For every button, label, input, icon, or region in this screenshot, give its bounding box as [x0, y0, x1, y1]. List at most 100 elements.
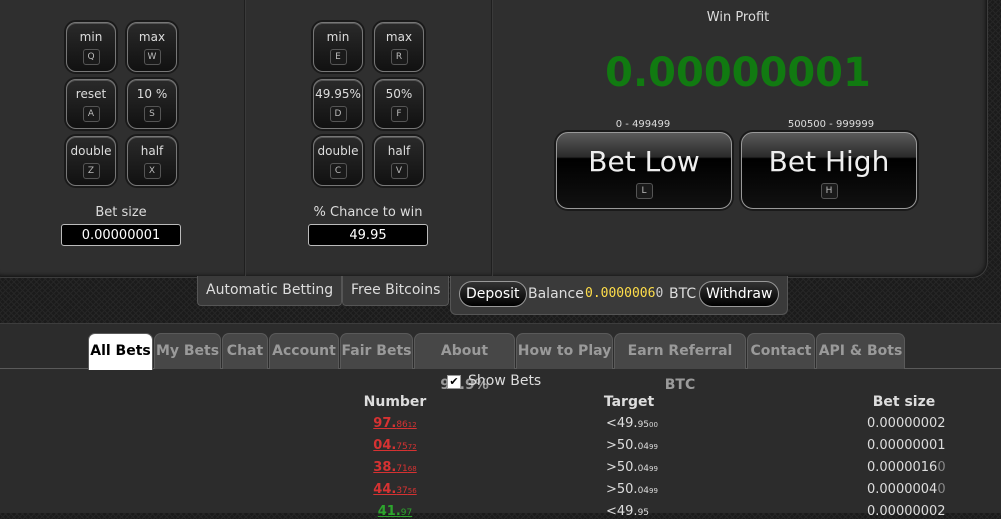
bet-number-extra: 68: [407, 465, 417, 473]
bet-size-input[interactable]: [61, 224, 181, 246]
bet-number[interactable]: 38.7168: [340, 460, 450, 475]
bet-target: >50.0499: [606, 482, 658, 497]
button-label: min: [326, 30, 350, 44]
bet-number-whole: 38.: [373, 460, 397, 475]
bet-size-value: 0.00000002: [867, 416, 946, 431]
bet-number-extra: 12: [407, 421, 417, 429]
bet-number-extra: 56: [407, 487, 417, 495]
bet-target-extra: 99: [649, 487, 658, 495]
bet-number-whole: 44.: [373, 482, 397, 497]
bet-reset-button[interactable]: reset A: [66, 79, 116, 129]
chance-min-button[interactable]: min E: [313, 22, 363, 72]
chance-input[interactable]: [308, 224, 428, 246]
bet-target-decimal: 04: [637, 464, 650, 474]
bet-high-range: 500500 - 999999: [787, 119, 875, 130]
tab-chat[interactable]: Chat: [222, 333, 268, 369]
tab-how-to-play[interactable]: How to Play: [516, 333, 613, 369]
bet-size-label: Bet size: [95, 205, 147, 220]
tab-about[interactable]: About 99.9%: [414, 333, 515, 393]
deposit-button[interactable]: Deposit: [459, 281, 527, 307]
hotkey-badge: C: [329, 163, 347, 179]
bet-target-whole: >50.: [606, 438, 638, 453]
bet-low-button[interactable]: Bet Low L: [556, 132, 732, 209]
hotkey-badge: L: [635, 183, 653, 199]
bet-high-button[interactable]: Bet High H: [741, 132, 917, 209]
bet-number[interactable]: 44.3756: [340, 482, 450, 497]
bet-number[interactable]: 04.7572: [340, 438, 450, 453]
balance-digits: 0.0000006: [585, 286, 656, 301]
automatic-betting-button[interactable]: Automatic Betting: [197, 276, 343, 306]
hotkey-badge: A: [82, 106, 100, 122]
hotkey-badge: V: [390, 163, 408, 179]
withdraw-button[interactable]: Withdraw: [699, 281, 780, 307]
bet-target-extra: 00: [649, 421, 658, 429]
tab-account[interactable]: Account: [269, 333, 339, 369]
bet-max-button[interactable]: max W: [127, 22, 177, 72]
button-label: Bet High: [768, 145, 890, 178]
bet-ten-percent-button[interactable]: 10 % S: [127, 79, 177, 129]
chance-double-button[interactable]: double C: [313, 136, 363, 186]
tab-all-bets[interactable]: All Bets: [88, 333, 153, 370]
bet-target-decimal: 04: [637, 442, 650, 452]
bet-number-decimal: 86: [396, 420, 408, 430]
button-label: half: [387, 144, 411, 158]
hotkey-badge: W: [143, 49, 161, 65]
bet-half-button[interactable]: half X: [127, 136, 177, 186]
chance-max-button[interactable]: max R: [374, 22, 424, 72]
win-profit-title: Win Profit: [706, 10, 770, 25]
panel-divider: [244, 0, 245, 276]
bet-target-whole: >50.: [606, 482, 638, 497]
column-header-bet-size: Bet size: [872, 394, 936, 410]
bet-size-trailing-digit: 0: [937, 460, 946, 475]
bet-low-range: 0 - 499499: [615, 119, 671, 130]
bet-target: >50.0499: [606, 438, 658, 453]
bet-size-digits: 0.00000001: [867, 438, 946, 453]
bet-target-extra: 99: [649, 465, 658, 473]
hotkey-badge: E: [329, 49, 347, 65]
button-label: max: [385, 30, 413, 44]
bet-number-decimal: 97: [400, 508, 413, 518]
bet-number[interactable]: 97.8612: [340, 416, 450, 431]
bet-size-trailing-digit: 0: [937, 482, 946, 497]
chance-4995-button[interactable]: 49.95% D: [313, 79, 363, 129]
bet-min-button[interactable]: min Q: [66, 22, 116, 72]
bet-number-whole: 04.: [373, 438, 397, 453]
tab-fair-bets[interactable]: Fair Bets: [340, 333, 413, 369]
tab-earn-referral[interactable]: Earn Referral BTC: [614, 333, 746, 393]
chance-50-button[interactable]: 50% F: [374, 79, 424, 129]
bet-size-value: 0.00000040: [867, 482, 946, 497]
bet-target-extra: 99: [649, 443, 658, 451]
win-profit-value: 0.00000001: [605, 50, 871, 96]
bet-number-extra: 72: [407, 443, 417, 451]
bet-size-value: 0.00000160: [867, 460, 946, 475]
button-label: 49.95%: [315, 87, 361, 101]
column-header-number: Number: [363, 394, 427, 410]
hotkey-badge: X: [143, 163, 161, 179]
button-label: min: [79, 30, 103, 44]
bet-number-decimal: 37: [396, 486, 408, 496]
bet-target-decimal: 04: [637, 486, 650, 496]
hotkey-badge: R: [390, 49, 408, 65]
bet-target-decimal: 95: [637, 508, 650, 518]
hotkey-badge: F: [390, 106, 408, 122]
bet-number-decimal: 75: [396, 442, 408, 452]
hotkey-badge: Z: [82, 163, 100, 179]
bet-double-button[interactable]: double Z: [66, 136, 116, 186]
tab-my-bets[interactable]: My Bets: [154, 333, 221, 369]
bet-number-decimal: 71: [396, 464, 408, 474]
show-bets-checkbox[interactable]: ✔: [447, 375, 461, 389]
bet-size-digits: 0.00000002: [867, 416, 946, 431]
button-label: double: [70, 144, 112, 158]
chance-half-button[interactable]: half V: [374, 136, 424, 186]
button-label: 10 %: [136, 87, 168, 101]
bet-number-whole: 97.: [373, 416, 397, 431]
button-label: Bet Low: [588, 145, 700, 178]
button-label: half: [140, 144, 164, 158]
button-label: max: [138, 30, 166, 44]
bet-size-digits: 0.0000016: [867, 460, 938, 475]
tab-contact[interactable]: Contact: [747, 333, 815, 369]
free-bitcoins-button[interactable]: Free Bitcoins: [342, 276, 450, 306]
tab-api-bots[interactable]: API & Bots: [816, 333, 905, 369]
hotkey-badge: S: [143, 106, 161, 122]
bet-target-whole: <49.: [606, 416, 638, 431]
